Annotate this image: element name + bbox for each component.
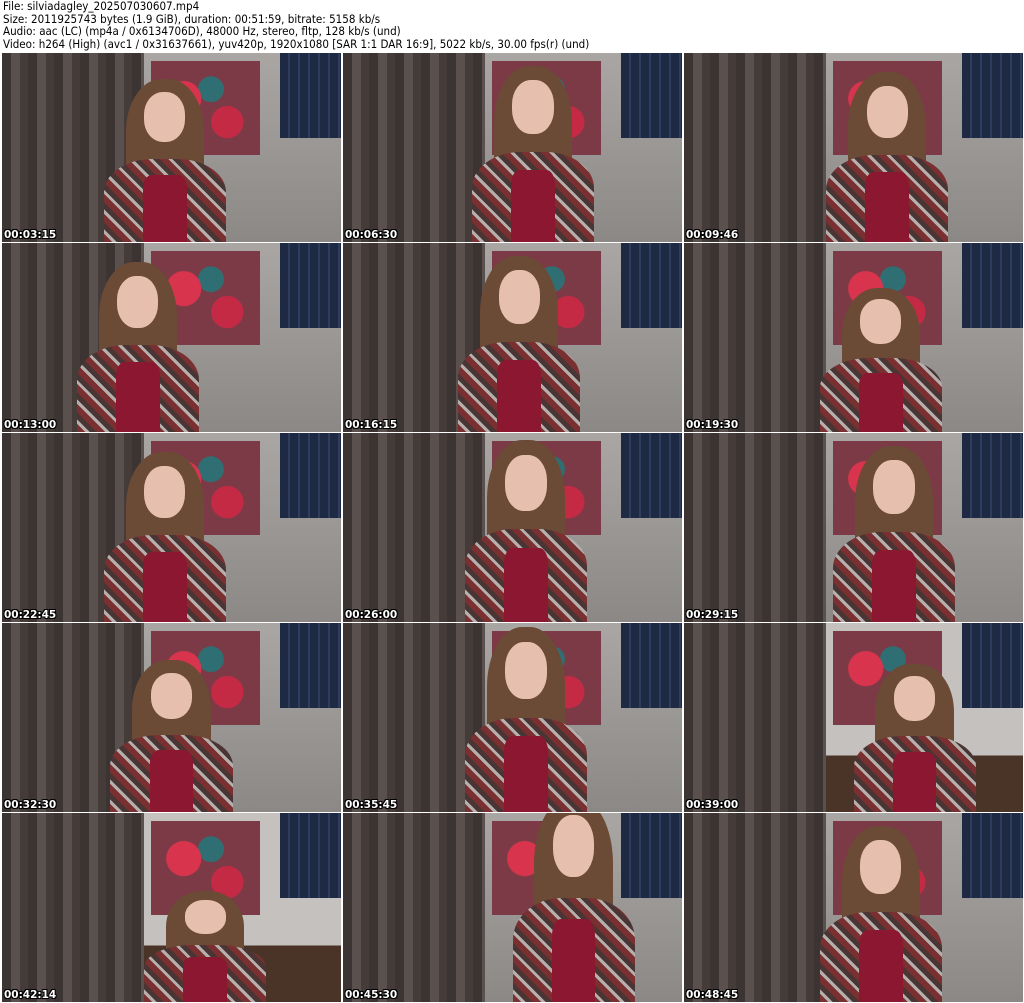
window [279, 813, 341, 899]
person [819, 285, 942, 432]
window [961, 813, 1023, 899]
person [144, 889, 267, 1002]
timestamp: 00:32:30 [4, 799, 57, 811]
window [279, 53, 341, 139]
person [103, 448, 226, 622]
person [465, 623, 588, 812]
window [620, 433, 682, 519]
timestamp: 00:29:15 [686, 609, 739, 621]
person [76, 258, 199, 432]
person [853, 661, 976, 812]
video-thumbnail[interactable]: 00:29:15 [684, 433, 1023, 622]
curtain [343, 623, 486, 812]
file-name: File: silviadagley_202507030607.mp4 [3, 0, 200, 13]
curtain [2, 813, 145, 1002]
file-info-header: File: silviadagley_202507030607.mp4 Size:… [3, 0, 589, 50]
timestamp: 00:26:00 [345, 609, 398, 621]
window [279, 433, 341, 519]
video-thumbnail[interactable]: 00:35:45 [343, 623, 682, 812]
video-info: Video: h264 (High) (avc1 / 0x31637661), … [3, 36, 590, 51]
window [961, 53, 1023, 139]
timestamp: 00:22:45 [4, 609, 57, 621]
video-thumbnail[interactable]: 00:42:14 [2, 813, 341, 1002]
video-thumbnail[interactable]: 00:45:30 [343, 813, 682, 1002]
person [819, 822, 942, 1002]
person [826, 68, 949, 242]
person [512, 813, 635, 1002]
video-thumbnail[interactable]: 00:06:30 [343, 53, 682, 242]
person [471, 62, 594, 242]
window [961, 433, 1023, 519]
curtain [684, 243, 827, 432]
person [458, 252, 581, 432]
timestamp: 00:16:15 [345, 419, 398, 431]
video-thumbnail[interactable]: 00:19:30 [684, 243, 1023, 432]
window [279, 243, 341, 329]
person [833, 442, 956, 622]
video-thumbnail[interactable]: 00:03:15 [2, 53, 341, 242]
timestamp: 00:06:30 [345, 229, 398, 241]
timestamp: 00:19:30 [686, 419, 739, 431]
video-thumbnail[interactable]: 00:39:00 [684, 623, 1023, 812]
curtain [684, 813, 827, 1002]
person [465, 437, 588, 622]
timestamp: 00:39:00 [686, 799, 739, 811]
curtain [343, 433, 486, 622]
person [103, 76, 226, 242]
window [620, 623, 682, 709]
curtain [684, 433, 827, 622]
video-thumbnail[interactable]: 00:48:45 [684, 813, 1023, 1002]
window [279, 623, 341, 709]
video-thumbnail[interactable]: 00:13:00 [2, 243, 341, 432]
timestamp: 00:09:46 [686, 229, 739, 241]
video-thumbnail[interactable]: 00:09:46 [684, 53, 1023, 242]
person [110, 657, 233, 812]
window [620, 243, 682, 329]
curtain [343, 813, 486, 1002]
timestamp: 00:03:15 [4, 229, 57, 241]
timestamp: 00:35:45 [345, 799, 398, 811]
curtain [684, 53, 827, 242]
video-thumbnail[interactable]: 00:26:00 [343, 433, 682, 622]
audio-info: Audio: aac (LC) (mp4a / 0x6134706D), 480… [3, 24, 401, 39]
video-thumbnail[interactable]: 00:22:45 [2, 433, 341, 622]
curtain [343, 53, 486, 242]
timestamp: 00:42:14 [4, 989, 57, 1001]
window [620, 53, 682, 139]
window [961, 243, 1023, 329]
timestamp: 00:45:30 [345, 989, 398, 1001]
thumbnail-grid: 00:03:15 00:06:30 00:09:46 00:13:00 00:16:15… [2, 53, 1023, 1002]
video-thumbnail[interactable]: 00:16:15 [343, 243, 682, 432]
timestamp: 00:48:45 [686, 989, 739, 1001]
curtain [684, 623, 827, 812]
timestamp: 00:13:00 [4, 419, 57, 431]
video-thumbnail[interactable]: 00:32:30 [2, 623, 341, 812]
